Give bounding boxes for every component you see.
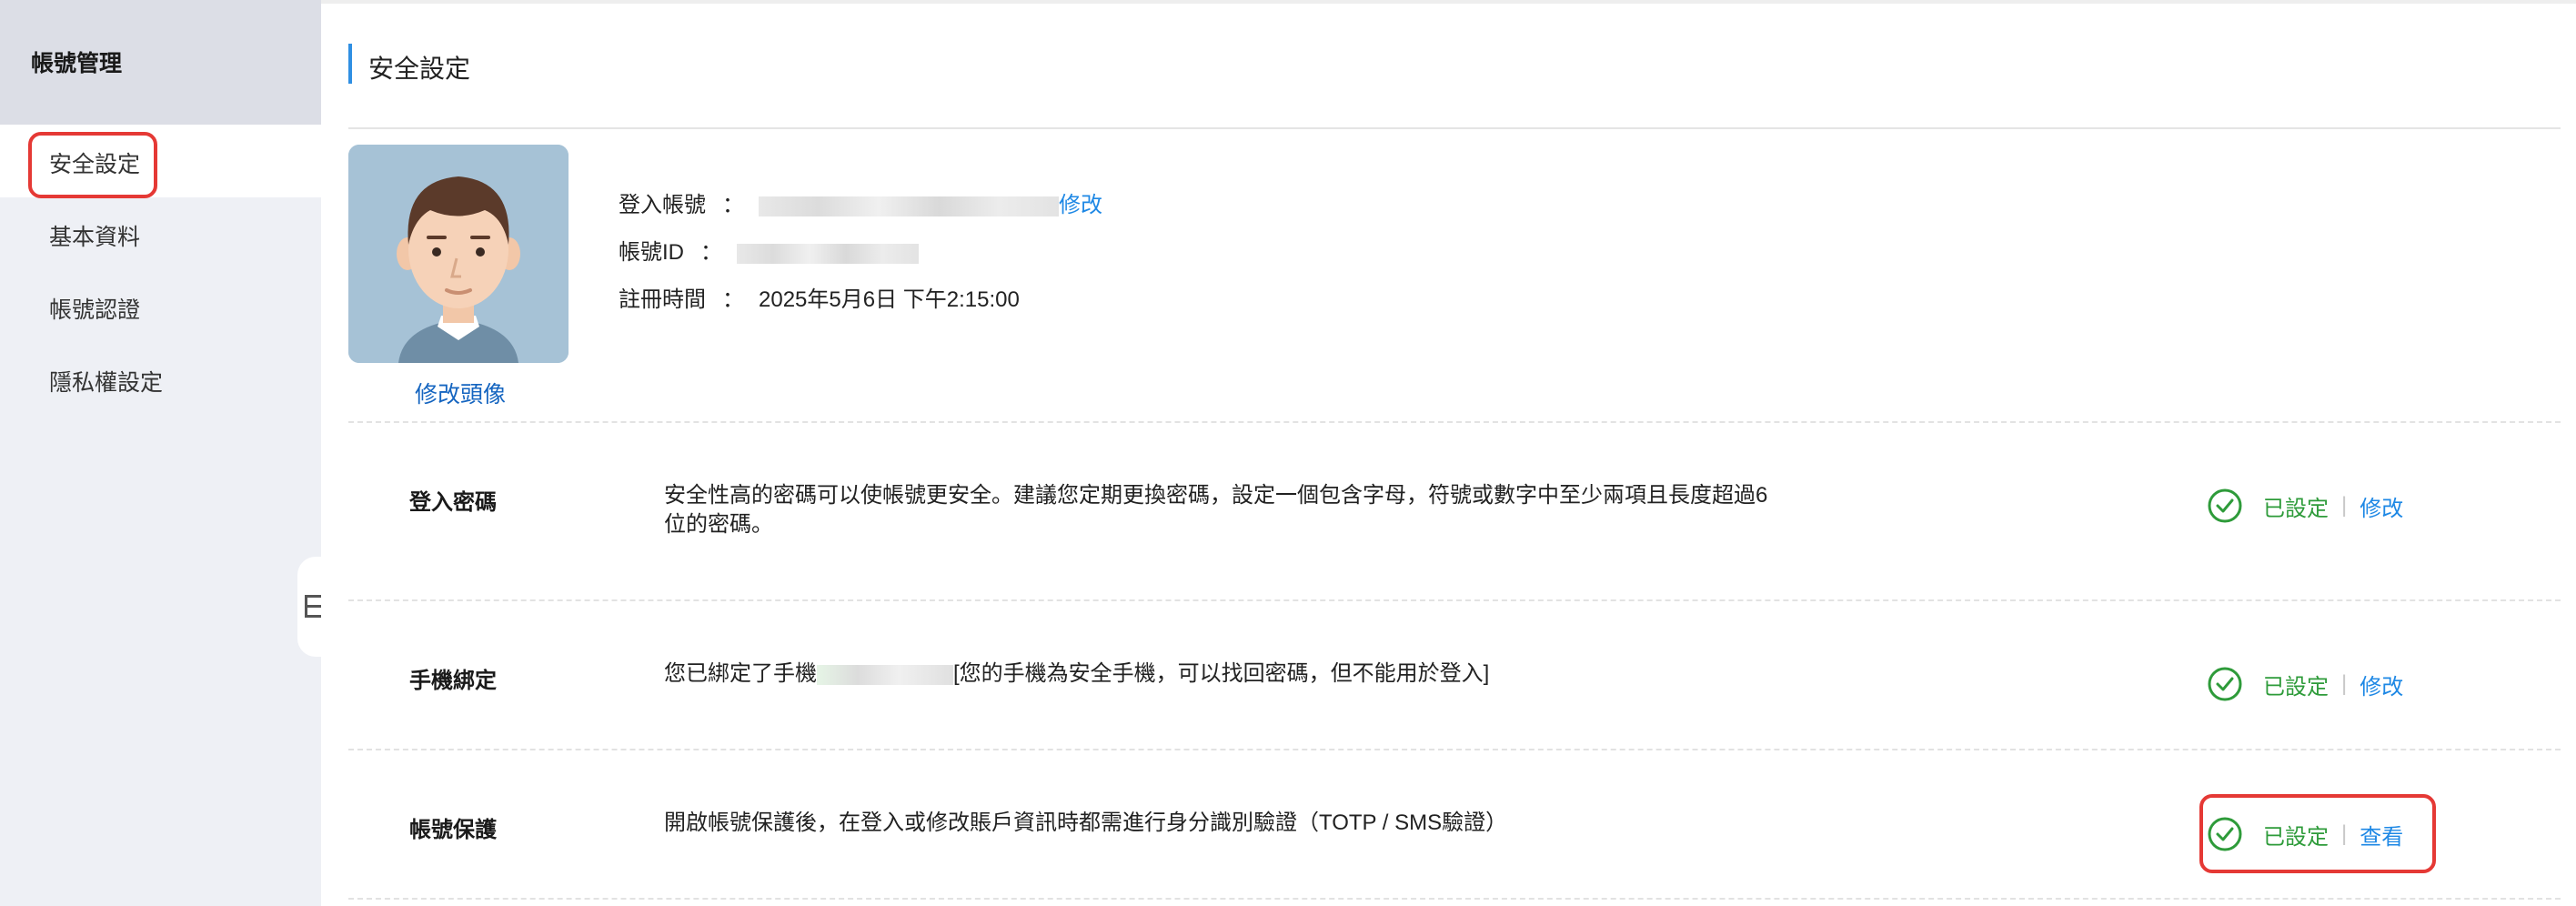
colon: ： (722, 193, 744, 217)
divider (348, 749, 2561, 750)
account-id-label: 帳號ID (619, 240, 684, 265)
description-line: 安全性高的密碼可以使帳號更安全。建議您定期更換密碼，設定一個包含字母，符號或數字… (664, 483, 1768, 508)
edit-phone-link[interactable]: 修改 (2360, 669, 2403, 700)
colon: ： (700, 240, 722, 265)
sidebar-item-verification[interactable]: 帳號認證 (0, 270, 321, 343)
account-id-row: 帳號ID ： (619, 234, 919, 266)
separator: | (2341, 493, 2348, 518)
sidebar: 帳號管理 安全設定 基本資料 帳號認證 隱私權設定 (0, 0, 321, 906)
description-prefix: 您已綁定了手機 (664, 661, 817, 686)
account-protection-row-title: 帳號保護 (409, 818, 497, 842)
login-account-label: 登入帳號 (619, 193, 706, 217)
divider (348, 599, 2561, 601)
password-row-description: 安全性高的密碼可以使帳號更安全。建議您定期更換密碼，設定一個包含字母，符號或數字… (664, 481, 1783, 539)
check-circle-icon (2208, 488, 2242, 523)
divider (348, 421, 2561, 423)
avatar (348, 145, 569, 363)
password-row-title: 登入密碼 (409, 490, 497, 515)
sidebar-item-label: 帳號認證 (49, 297, 141, 323)
register-time-row: 註冊時間 ： 2025年5月6日 下午2:15:00 (619, 281, 1020, 313)
edit-password-link[interactable]: 修改 (2360, 490, 2403, 522)
sidebar-title: 帳號管理 (31, 51, 123, 76)
collapse-sidebar-button[interactable] (297, 557, 325, 657)
check-circle-icon (2208, 667, 2242, 701)
phone-status: 已設定 | 修改 (2207, 664, 2403, 704)
avatar-illustration-icon (348, 145, 569, 363)
header-divider (348, 127, 2561, 129)
change-avatar-link[interactable]: 修改頭像 (415, 377, 506, 409)
edit-login-account-link[interactable]: 修改 (1059, 193, 1102, 217)
collapse-icon (305, 595, 321, 618)
login-account-row: 登入帳號 ： 修改 (619, 186, 1102, 218)
phone-row-title: 手機綁定 (409, 669, 497, 693)
phone-row-description: 您已綁定了手機 [您的手機為安全手機，可以找回密碼，但不能用於登入] (664, 659, 1783, 689)
masked-account-value (759, 196, 1059, 216)
description-line: 位的密碼。 (664, 512, 773, 537)
register-time-label: 註冊時間 (619, 287, 706, 312)
status-text: 已設定 (2263, 674, 2329, 700)
sidebar-item-privacy[interactable]: 隱私權設定 (0, 343, 321, 416)
status-text: 已設定 (2263, 496, 2329, 521)
sidebar-item-label: 隱私權設定 (49, 370, 164, 396)
description-suffix: [您的手機為安全手機，可以找回密碼，但不能用於登入] (953, 661, 1490, 686)
password-status: 已設定 | 修改 (2207, 486, 2403, 526)
page-title: 安全設定 (368, 55, 471, 83)
masked-phone-number (817, 664, 953, 685)
masked-account-id-value (737, 243, 919, 264)
register-time-value: 2025年5月6日 下午2:15:00 (759, 287, 1020, 312)
sidebar-item-basic-info[interactable]: 基本資料 (0, 197, 321, 270)
colon: ： (722, 287, 744, 312)
separator: | (2341, 671, 2348, 696)
highlight-box-status (2199, 794, 2436, 873)
highlight-box-nav (28, 132, 157, 198)
sidebar-header: 帳號管理 (0, 0, 321, 125)
section-accent-bar (348, 44, 352, 84)
top-border (321, 0, 2576, 4)
divider (348, 898, 2561, 900)
sidebar-item-label: 基本資料 (49, 225, 141, 250)
account-protection-row-description: 開啟帳號保護後，在登入或修改賬戶資訊時都需進行身分識別驗證（TOTP / SMS… (664, 810, 1508, 835)
